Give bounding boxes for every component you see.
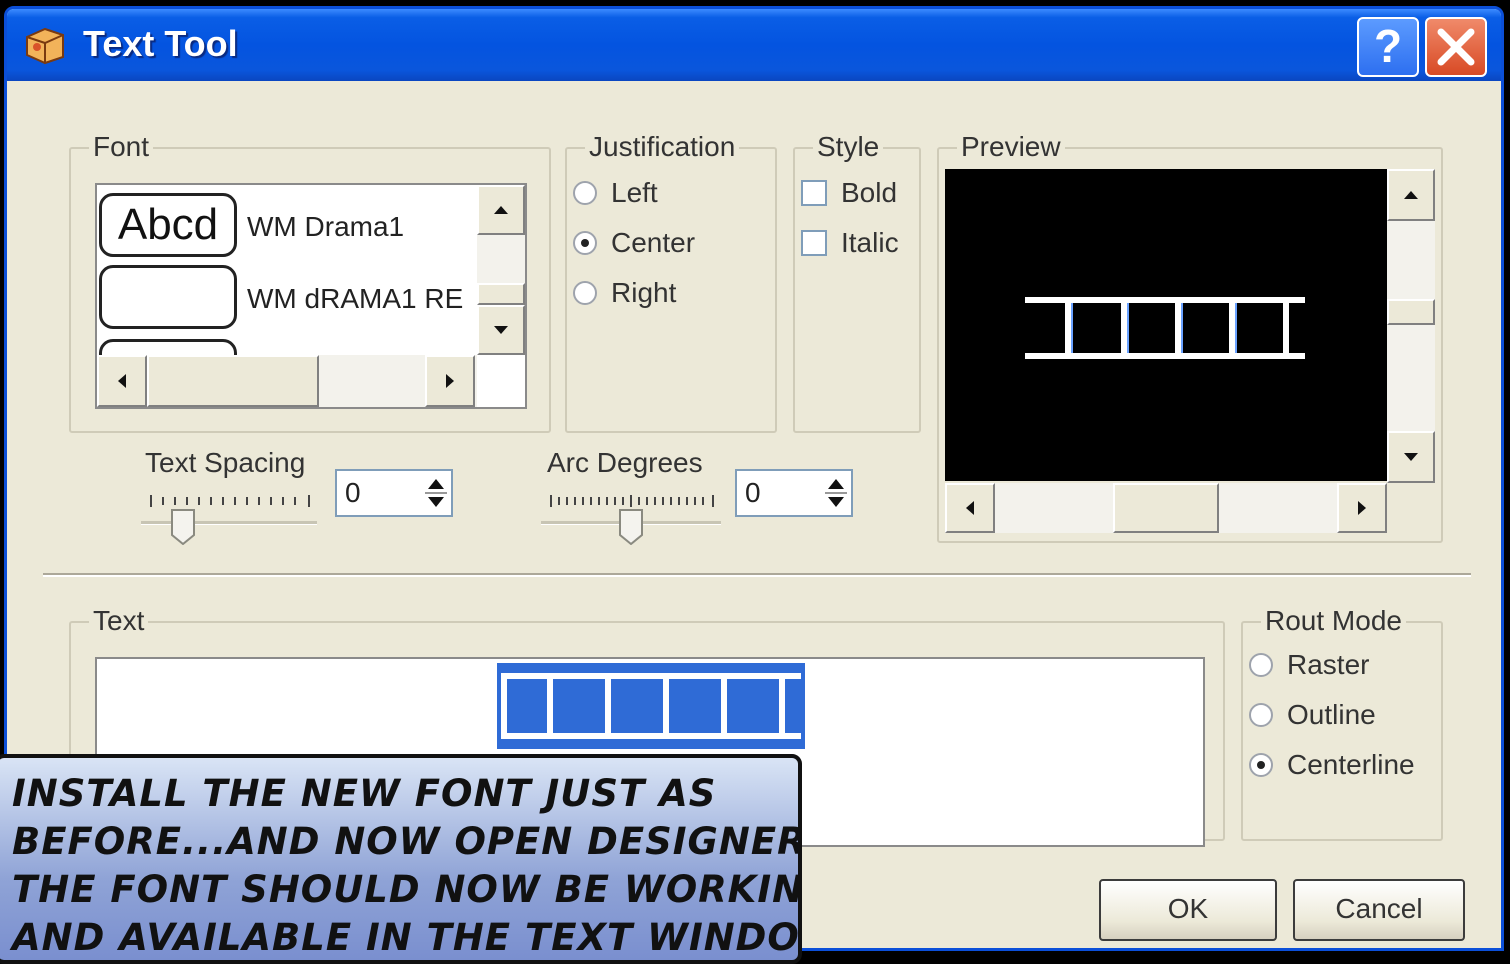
font-name: WM Drama1 xyxy=(247,211,405,242)
scroll-thumb[interactable] xyxy=(477,283,525,305)
radio-button[interactable] xyxy=(573,281,597,305)
caption-box: INSTALL THE NEW FONT JUST AS BEFORE...AN… xyxy=(0,754,802,964)
app-icon xyxy=(26,27,64,65)
text-spacing-ticks xyxy=(150,495,310,507)
scroll-up-button[interactable] xyxy=(1387,169,1435,221)
checkbox-label: Bold xyxy=(841,177,898,208)
font-thumbnail: Abcd xyxy=(99,193,237,257)
window-title: Text Tool xyxy=(83,23,238,64)
style-legend: Style xyxy=(813,131,884,163)
close-icon xyxy=(1437,28,1475,66)
film-strip-glyph xyxy=(1025,297,1305,359)
radio-button[interactable] xyxy=(573,231,597,255)
radio-label: Centerline xyxy=(1287,749,1415,780)
scroll-right-icon xyxy=(1358,501,1366,515)
font-group: Font Abcd WM Drama1 WM dRAMA1 RE xyxy=(69,131,551,433)
radio-label: Raster xyxy=(1287,649,1370,680)
separator xyxy=(43,573,1471,577)
scroll-left-button[interactable] xyxy=(97,355,147,407)
arc-degrees-label: Arc Degrees xyxy=(547,447,703,478)
cancel-button[interactable]: Cancel xyxy=(1293,879,1465,941)
scroll-right-button[interactable] xyxy=(425,355,475,407)
scroll-left-button[interactable] xyxy=(945,483,995,533)
text-spacing-slider[interactable] xyxy=(141,521,317,525)
text-spacing-slider-thumb[interactable] xyxy=(171,509,195,545)
font-list-item[interactable] xyxy=(97,183,237,185)
scroll-thumb[interactable] xyxy=(147,355,319,407)
radio-label: Outline xyxy=(1287,699,1376,730)
arc-degrees-slider-thumb[interactable] xyxy=(619,509,643,545)
font-list-item[interactable]: WM dRAMA1 RE xyxy=(97,263,477,341)
scroll-thumb[interactable] xyxy=(1387,299,1435,325)
caption-line: BEFORE...AND NOW OPEN DESIGNER. xyxy=(12,820,802,863)
checkbox-label: Italic xyxy=(841,227,899,258)
rout-mode-group: Rout Mode Raster Outline Centerline xyxy=(1241,605,1443,841)
scroll-down-button[interactable] xyxy=(1387,431,1435,483)
scroll-up-button[interactable] xyxy=(477,185,525,235)
spinner-arrows-icon[interactable] xyxy=(423,473,449,513)
help-icon: ? xyxy=(1373,20,1403,72)
preview-canvas xyxy=(945,169,1387,481)
font-list-item[interactable]: Abcd WM Drama1 xyxy=(97,191,477,269)
radio-label: Right xyxy=(611,277,677,308)
scroll-down-button[interactable] xyxy=(477,305,525,355)
title-bar[interactable]: Text Tool ? xyxy=(7,9,1501,81)
radio-button[interactable] xyxy=(1249,653,1273,677)
justify-right-radio[interactable]: Right xyxy=(573,277,676,309)
radio-button[interactable] xyxy=(1249,753,1273,777)
scroll-up-icon xyxy=(494,206,508,214)
checkbox[interactable] xyxy=(801,180,827,206)
radio-label: Left xyxy=(611,177,658,208)
caption-line: AND AVAILABLE IN THE TEXT WINDOW. xyxy=(12,916,802,959)
scroll-up-icon xyxy=(1404,191,1418,199)
radio-button[interactable] xyxy=(573,181,597,205)
scroll-down-icon xyxy=(1404,453,1418,461)
scroll-left-icon xyxy=(966,501,974,515)
preview-group: Preview xyxy=(937,131,1443,543)
text-spacing-label: Text Spacing xyxy=(145,447,306,478)
rout-outline-radio[interactable]: Outline xyxy=(1249,699,1376,731)
arc-degrees-ticks xyxy=(550,495,714,507)
justification-legend: Justification xyxy=(585,131,740,163)
preview-legend: Preview xyxy=(957,131,1065,163)
help-button[interactable]: ? xyxy=(1357,17,1419,77)
scroll-down-icon xyxy=(494,326,508,334)
scroll-thumb[interactable] xyxy=(1113,483,1219,533)
scroll-right-button[interactable] xyxy=(1337,483,1387,533)
scroll-right-icon xyxy=(446,374,454,388)
style-group: Style Bold Italic xyxy=(793,131,921,433)
radio-label: Center xyxy=(611,227,696,258)
caption-line: THE FONT SHOULD NOW BE WORKING xyxy=(12,868,802,911)
justify-center-radio[interactable]: Center xyxy=(573,227,695,259)
close-button[interactable] xyxy=(1425,17,1487,77)
rout-mode-legend: Rout Mode xyxy=(1261,605,1406,637)
spinner-arrows-icon[interactable] xyxy=(823,473,849,513)
rout-centerline-radio[interactable]: Centerline xyxy=(1249,749,1415,781)
rout-raster-radio[interactable]: Raster xyxy=(1249,649,1369,681)
checkbox[interactable] xyxy=(801,230,827,256)
text-legend: Text xyxy=(89,605,149,637)
bold-checkbox[interactable]: Bold xyxy=(801,177,897,209)
italic-checkbox[interactable]: Italic xyxy=(801,227,899,259)
text-spacing-value: 0 xyxy=(345,477,361,508)
caption-line: INSTALL THE NEW FONT JUST AS xyxy=(12,772,717,815)
justify-left-radio[interactable]: Left xyxy=(573,177,658,209)
text-spacing-input[interactable]: 0 xyxy=(335,469,453,517)
font-thumbnail xyxy=(99,265,237,329)
justification-group: Justification Left Center Right xyxy=(565,131,777,433)
selected-film-strip-text xyxy=(497,663,805,749)
ok-button[interactable]: OK xyxy=(1099,879,1277,941)
arc-degrees-value: 0 xyxy=(745,477,761,508)
arc-degrees-input[interactable]: 0 xyxy=(735,469,853,517)
font-legend: Font xyxy=(89,131,154,163)
radio-button[interactable] xyxy=(1249,703,1273,727)
font-list[interactable]: Abcd WM Drama1 WM dRAMA1 RE xyxy=(95,183,527,409)
scroll-left-icon xyxy=(118,374,126,388)
font-name: WM dRAMA1 RE xyxy=(247,283,464,314)
